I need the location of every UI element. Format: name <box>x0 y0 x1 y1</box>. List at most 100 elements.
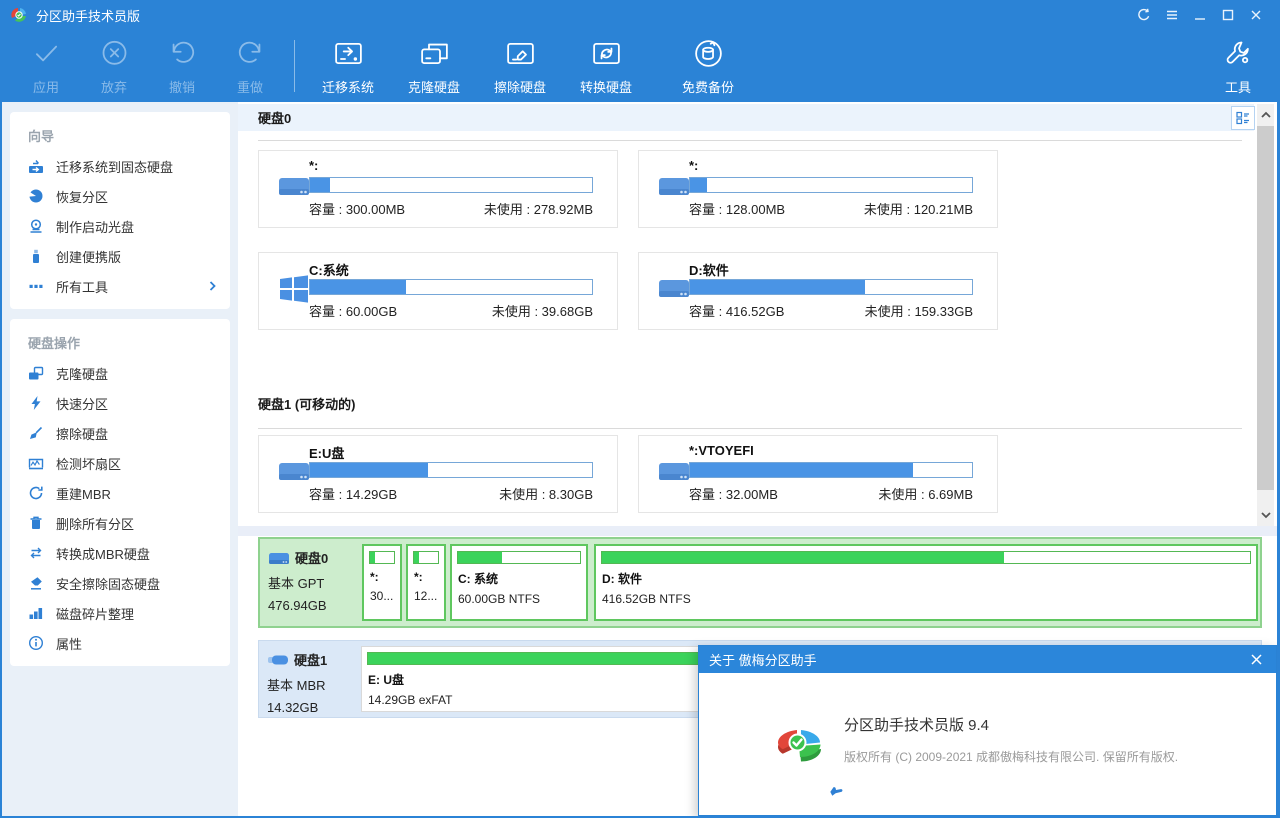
partition-label: C: 系统 <box>458 570 580 587</box>
disk-size: 14.32GB <box>267 700 361 715</box>
title-bar: 分区助手技术员版 <box>0 0 1280 30</box>
partition-block-esp[interactable]: *: 30... <box>362 544 402 621</box>
discard-button[interactable]: 放弃 <box>80 30 148 102</box>
sidebar-item-wipe-disk[interactable]: 擦除硬盘 <box>10 418 230 448</box>
volume-name: *: <box>689 158 698 173</box>
volume-card-esp[interactable]: *: 容量 : 300.00MB 未使用 : 278.92MB <box>258 150 618 228</box>
partition-usage-bar <box>457 551 581 564</box>
volume-card-vtoyefi[interactable]: *:VTOYEFI 容量 : 32.00MB 未使用 : 6.69MB <box>638 435 998 513</box>
redo-label: 重做 <box>237 77 263 96</box>
volume-capacity: 容量 : 60.00GB <box>309 301 397 320</box>
volume-card-msr[interactable]: *: 容量 : 128.00MB 未使用 : 120.21MB <box>638 150 998 228</box>
sidebar-item-label: 恢复分区 <box>56 187 108 206</box>
sidebar-item-label: 快速分区 <box>56 394 108 413</box>
menu-button[interactable] <box>1158 0 1186 30</box>
vertical-scrollbar[interactable] <box>1257 104 1274 526</box>
volume-capacity: 容量 : 14.29GB <box>309 484 397 503</box>
sidebar-item-check-bad-sectors[interactable]: 检测坏扇区 <box>10 448 230 478</box>
view-toggle-button[interactable] <box>1231 106 1255 130</box>
convert-disk-button[interactable]: 转换硬盘 <box>563 30 649 102</box>
product-logo <box>775 726 823 774</box>
disk1-divider <box>258 428 1242 429</box>
sidebar-item-rebuild-mbr[interactable]: 重建MBR <box>10 478 230 508</box>
sidebar-item-label: 检测坏扇区 <box>56 454 121 473</box>
sidebar-item-clone-disk[interactable]: 克隆硬盘 <box>10 358 230 388</box>
sidebar-item-recover-partition[interactable]: 恢复分区 <box>10 181 230 211</box>
volume-name: *:VTOYEFI <box>689 443 754 458</box>
disk1-info: 硬盘1 基本 MBR 14.32GB <box>267 650 361 715</box>
wipe-disk-button[interactable]: 擦除硬盘 <box>477 30 563 102</box>
volume-usage-bar <box>309 462 593 478</box>
sidebar-item-delete-all-partitions[interactable]: 删除所有分区 <box>10 508 230 538</box>
redo-button[interactable]: 重做 <box>216 30 284 102</box>
partition-usage-bar <box>369 551 395 564</box>
sidebar-item-label: 重建MBR <box>56 484 111 503</box>
clone-disk-button[interactable]: 克隆硬盘 <box>391 30 477 102</box>
partition-usage-bar <box>413 551 439 564</box>
sidebar-item-all-tools[interactable]: 所有工具 <box>10 271 230 301</box>
recover-partition-icon <box>28 188 44 204</box>
sidebar-item-label: 克隆硬盘 <box>56 364 108 383</box>
product-version-text: 分区助手技术员版 9.4 <box>844 714 989 735</box>
volume-usage-bar <box>689 462 973 478</box>
minimize-button[interactable] <box>1186 0 1214 30</box>
dialog-close-button[interactable] <box>1246 650 1266 670</box>
scroll-up-arrow[interactable] <box>1257 104 1274 126</box>
scrollbar-thumb[interactable] <box>1257 126 1274 490</box>
secure-erase-icon <box>28 575 44 591</box>
free-backup-button[interactable]: 免费备份 <box>665 30 751 102</box>
migrate-system-button[interactable]: 迁移系统 <box>305 30 391 102</box>
undo-icon <box>166 37 199 75</box>
partition-size: 30... <box>370 589 394 603</box>
disk0-header: 硬盘0 <box>258 108 291 127</box>
volume-unused: 未使用 : 6.69MB <box>878 484 973 503</box>
sidebar-item-defrag[interactable]: 磁盘碎片整理 <box>10 598 230 628</box>
redo-icon <box>234 37 267 75</box>
apply-button[interactable]: 应用 <box>12 30 80 102</box>
sidebar-item-label: 属性 <box>56 634 82 653</box>
partition-size: 12... <box>414 589 438 603</box>
sidebar-item-bootable-media[interactable]: 制作启动光盘 <box>10 211 230 241</box>
partition-block-d[interactable]: D: 软件 416.52GB NTFS <box>594 544 1258 621</box>
defrag-icon <box>28 605 44 621</box>
volume-card-c[interactable]: C:系统 容量 : 60.00GB 未使用 : 39.68GB <box>258 252 618 330</box>
sidebar-item-label: 擦除硬盘 <box>56 424 108 443</box>
diskmap-row-disk0[interactable]: 硬盘0 基本 GPT 476.94GB *: 30... *: 12... C:… <box>258 537 1262 628</box>
volume-capacity: 容量 : 32.00MB <box>689 484 778 503</box>
sidebar-item-label: 所有工具 <box>56 277 108 296</box>
maximize-button[interactable] <box>1214 0 1242 30</box>
partition-label: D: 软件 <box>602 570 1250 587</box>
close-button[interactable] <box>1242 0 1270 30</box>
about-dialog: 关于 傲梅分区助手 分区助手技术员版 9.4 版权所有 (C) 2009-202… <box>698 645 1277 816</box>
scroll-down-arrow[interactable] <box>1257 504 1274 526</box>
sidebar-item-label: 删除所有分区 <box>56 514 134 533</box>
partition-block-c[interactable]: C: 系统 60.00GB NTFS <box>450 544 588 621</box>
wipe-disk-icon <box>28 425 44 441</box>
wipe-disk-icon <box>504 37 537 75</box>
disk1-name-line: 硬盘1 <box>267 650 361 669</box>
close-icon <box>1250 653 1263 666</box>
sidebar-item-secure-erase-ssd[interactable]: 安全擦除固态硬盘 <box>10 568 230 598</box>
sidebar-item-convert-to-mbr[interactable]: 转换成MBR硬盘 <box>10 538 230 568</box>
volume-card-d[interactable]: D:软件 容量 : 416.52GB 未使用 : 159.33GB <box>638 252 998 330</box>
sidebar-item-properties[interactable]: 属性 <box>10 628 230 658</box>
disk-type: 基本 GPT <box>268 573 362 592</box>
volume-capacity: 容量 : 300.00MB <box>309 199 405 218</box>
sidebar-item-quick-partition[interactable]: 快速分区 <box>10 388 230 418</box>
tools-label: 工具 <box>1225 77 1251 96</box>
tools-button[interactable]: 工具 <box>1204 30 1272 102</box>
undo-button[interactable]: 撤销 <box>148 30 216 102</box>
sidebar-item-migrate-to-ssd[interactable]: 迁移系统到固态硬盘 <box>10 151 230 181</box>
refresh-button[interactable] <box>1130 0 1158 30</box>
sidebar-item-portable-version[interactable]: 创建便携版 <box>10 241 230 271</box>
disk0-divider <box>258 140 1242 141</box>
clone-disk-icon <box>28 365 44 381</box>
partition-block-msr[interactable]: *: 12... <box>406 544 446 621</box>
volume-capacity: 容量 : 128.00MB <box>689 199 785 218</box>
discard-label: 放弃 <box>101 77 127 96</box>
volume-card-e[interactable]: E:U盘 容量 : 14.29GB 未使用 : 8.30GB <box>258 435 618 513</box>
volume-unused: 未使用 : 8.30GB <box>499 484 593 503</box>
volume-usage-bar <box>689 177 973 193</box>
app-window: 分区助手技术员版 应用 放弃 <box>0 0 1280 818</box>
dialog-title-bar: 关于 傲梅分区助手 <box>699 646 1276 673</box>
